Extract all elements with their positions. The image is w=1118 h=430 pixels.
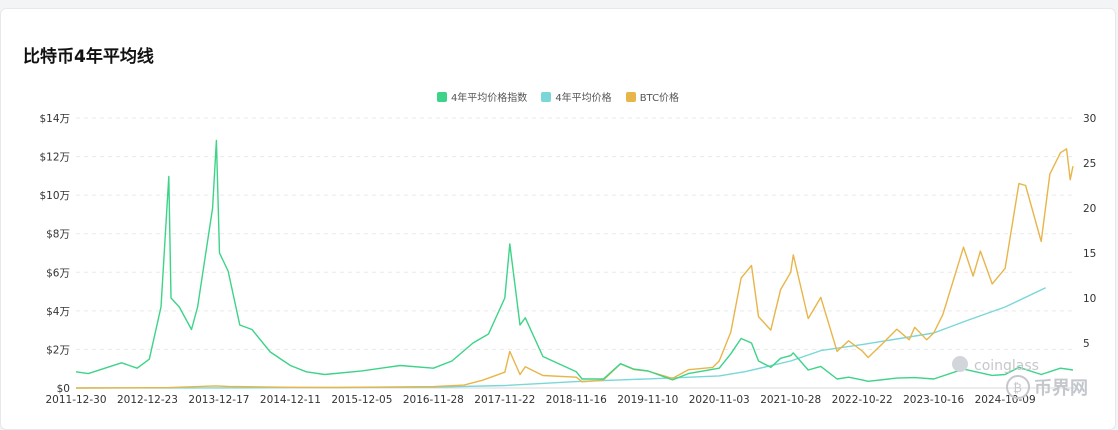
site-logo-glyph: ₿ — [1013, 381, 1022, 395]
series-line-4yr-index — [75, 139, 1074, 382]
y-tick-label-left: $10万 — [39, 190, 70, 202]
x-tick-label: 2019-11-10 — [617, 394, 678, 406]
watermark-site: 币界网 — [1034, 378, 1088, 399]
y-tick-label-left: $2万 — [46, 344, 70, 356]
y-tick-label-right: 5 — [1083, 338, 1090, 350]
x-tick-label: 2021-10-28 — [760, 394, 821, 406]
chart-svg: $0$2万$4万$6万$8万$10万$12万$14万 51015202530 2… — [39, 113, 1096, 406]
x-tick-label: 2020-11-03 — [689, 394, 750, 406]
x-tick-label: 2011-12-30 — [45, 394, 106, 406]
y-tick-label-right: 25 — [1083, 158, 1096, 170]
x-tick-label: 2017-11-22 — [474, 394, 535, 406]
x-tick-label: 2024-10-09 — [975, 394, 1036, 406]
y-axis-left: $0$2万$4万$6万$8万$10万$12万$14万 — [39, 113, 70, 395]
y-tick-label-right: 20 — [1083, 203, 1096, 215]
x-tick-label: 2012-12-23 — [117, 394, 178, 406]
y-tick-label-right: 30 — [1083, 113, 1096, 125]
y-tick-label-left: $6万 — [46, 267, 70, 279]
x-tick-label: 2016-11-28 — [403, 394, 464, 406]
watermark-brand: coinglass — [974, 358, 1039, 374]
y-tick-label-left: $4万 — [46, 306, 70, 318]
y-tick-label-right: 15 — [1083, 248, 1096, 260]
y-tick-label-right: 10 — [1083, 293, 1096, 305]
x-tick-label: 2015-12-05 — [331, 394, 392, 406]
coinglass-logo-icon — [952, 356, 968, 372]
x-tick-label: 2022-10-22 — [832, 394, 893, 406]
y-tick-label-left: $12万 — [39, 152, 70, 164]
watermark: coinglass ₿ 币界网 — [952, 356, 1088, 399]
x-tick-label: 2023-10-16 — [903, 394, 964, 406]
series-layer — [75, 139, 1074, 389]
y-tick-label-left: $8万 — [46, 229, 70, 241]
x-tick-label: 2013-12-17 — [188, 394, 249, 406]
x-tick-label: 2018-11-16 — [546, 394, 607, 406]
y-tick-label-left: $14万 — [39, 113, 70, 125]
grid-layer — [76, 117, 1076, 389]
x-tick-label: 2014-12-11 — [260, 394, 321, 406]
y-axis-right: 5 10 15 20 25 30 — [1083, 113, 1096, 350]
series-line-btc-price — [75, 148, 1074, 389]
series-line-4yr-average — [75, 287, 1047, 389]
x-axis: 2011-12-30 2012-12-23 2013-12-17 2014-12-11… — [45, 387, 1076, 406]
